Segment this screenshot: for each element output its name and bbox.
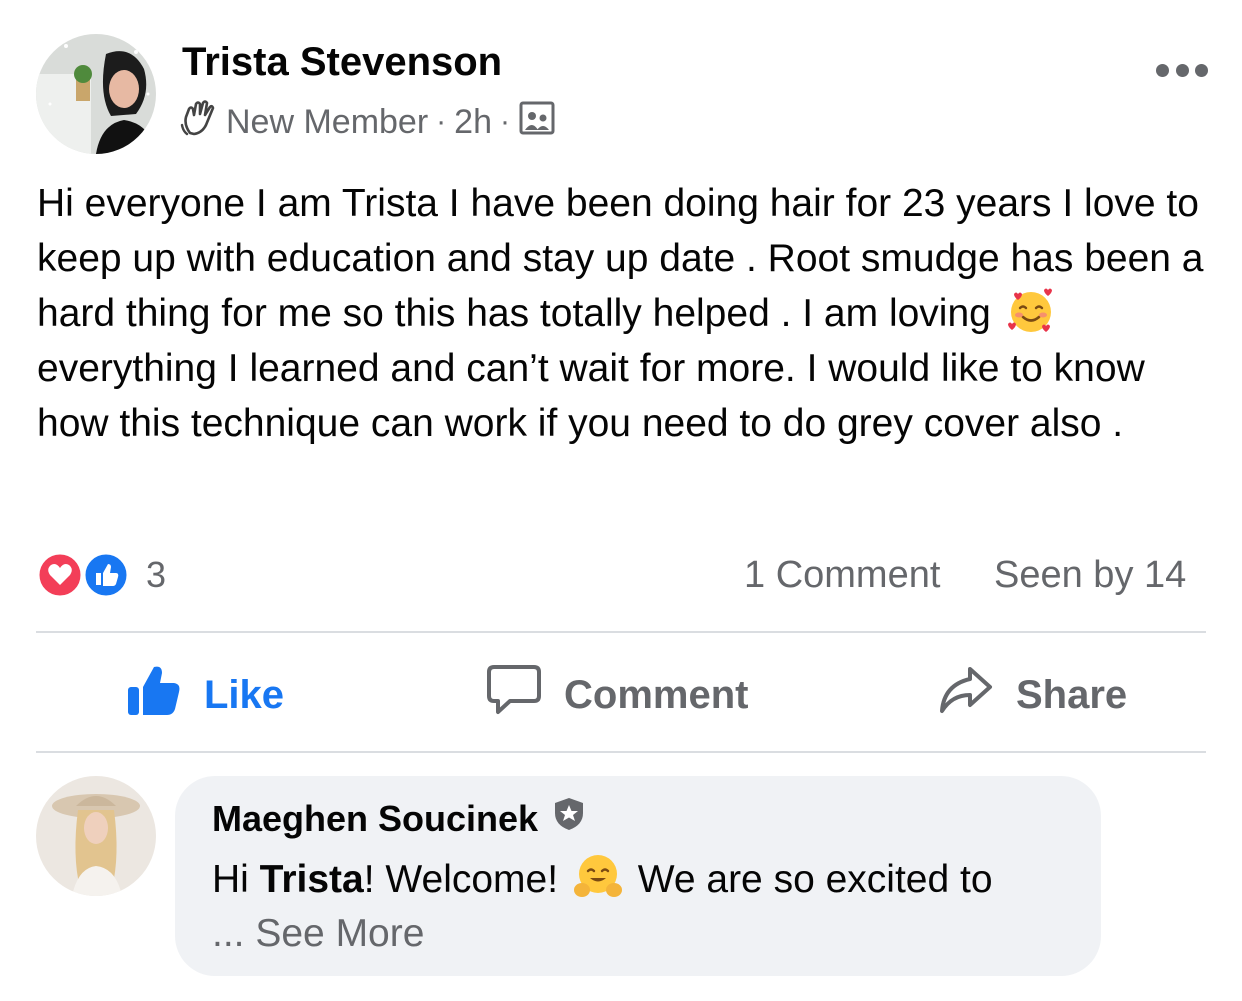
like-label: Like <box>204 672 285 717</box>
divider <box>36 751 1206 753</box>
share-label: Share <box>1016 672 1128 717</box>
reaction-count[interactable]: 3 <box>146 554 166 596</box>
comment-text: Hi Trista! Welcome! We are so excited to… <box>212 852 1092 961</box>
reaction-summary[interactable] <box>36 551 136 599</box>
commenter-name[interactable]: Maeghen Soucinek <box>212 798 538 840</box>
wave-hand-icon <box>180 99 218 146</box>
comment-bubble-icon <box>486 663 542 727</box>
comment-label: Comment <box>564 672 749 717</box>
meta-separator: · <box>436 105 447 138</box>
post-text-part2: everything I learned and can’t wait for … <box>37 347 1145 445</box>
author-avatar[interactable] <box>36 34 156 154</box>
thumbs-up-icon <box>126 663 182 727</box>
group-audience-icon <box>518 99 556 146</box>
member-badge[interactable]: New Member <box>226 103 428 142</box>
commenter-avatar[interactable] <box>36 776 156 896</box>
comment-text-welcome: ! Welcome! <box>363 858 569 901</box>
share-arrow-icon <box>938 663 994 727</box>
post-author-name[interactable]: Trista Stevenson <box>182 40 502 85</box>
commenter-name-row: Maeghen Soucinek <box>212 796 586 841</box>
like-button[interactable]: Like <box>126 660 284 730</box>
post-time[interactable]: 2h <box>454 103 492 142</box>
share-button[interactable]: Share <box>938 660 1127 730</box>
comment-count-link[interactable]: 1 Comment <box>744 554 940 597</box>
more-options-icon[interactable] <box>1156 60 1208 80</box>
comment-text-greeting: Hi <box>212 858 260 901</box>
comment-button[interactable]: Comment <box>486 660 748 730</box>
admin-shield-icon[interactable] <box>552 796 586 841</box>
comment-mention[interactable]: Trista <box>260 858 364 901</box>
post-meta: New Member · 2h · <box>180 99 556 146</box>
meta-separator: · <box>500 105 510 138</box>
divider <box>36 631 1206 633</box>
hugging-face-icon <box>573 852 623 902</box>
smiling-face-with-hearts-icon <box>1006 286 1056 336</box>
see-more-link[interactable]: See More <box>255 912 424 955</box>
post-body: Hi everyone I am Trista I have been doin… <box>37 176 1217 451</box>
comment-ellipsis: ... <box>212 912 256 955</box>
comment-text-rest: We are so excited to <box>626 858 993 901</box>
seen-by-link[interactable]: Seen by 14 <box>994 554 1186 597</box>
